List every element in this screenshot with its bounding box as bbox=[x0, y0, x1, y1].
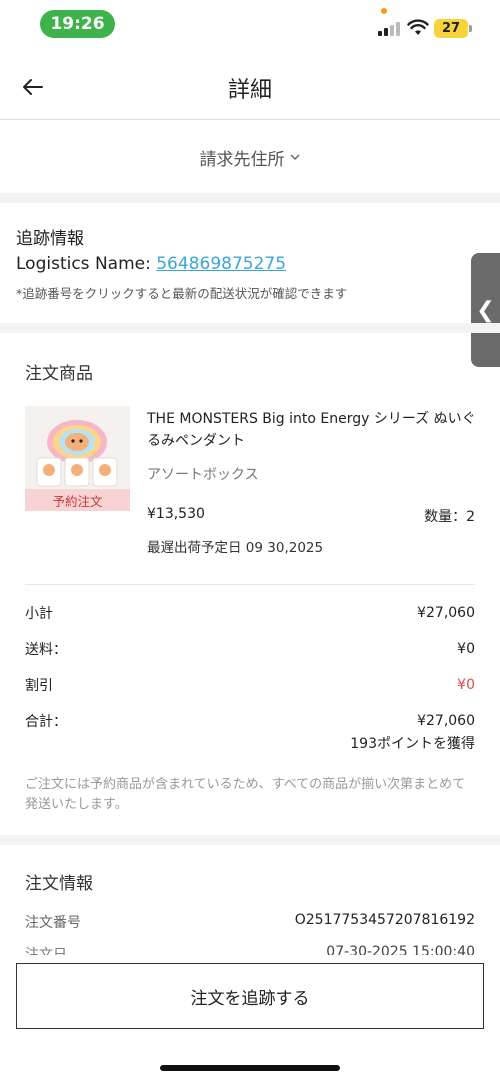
tracking-section: 追跡情報 Logistics Name: 564869875275 *追跡番号を… bbox=[0, 203, 500, 323]
total-value: ¥27,060 bbox=[417, 713, 475, 729]
battery-icon: 27 bbox=[434, 19, 472, 38]
logistics-row: Logistics Name: 564869875275 bbox=[16, 251, 484, 277]
order-info-title: 注文情報 bbox=[25, 874, 93, 894]
chevron-down-icon bbox=[290, 154, 299, 160]
ship-date: 最遅出荷予定日 09 30,2025 bbox=[147, 540, 324, 556]
status-time: 19:26 bbox=[40, 10, 115, 38]
tracking-note: *追跡番号をクリックすると最新の配送状況が確認できます bbox=[16, 286, 348, 301]
section-divider bbox=[0, 835, 500, 845]
discount-row: 割引 ¥0 bbox=[25, 667, 475, 703]
order-date-label: 注文日 bbox=[25, 947, 67, 955]
product-quantity: 数量：2 bbox=[424, 509, 475, 525]
order-date-row: 注文日 07-30-2025 15:00:40 bbox=[25, 944, 475, 955]
discount-value: ¥0 bbox=[457, 677, 475, 693]
product-variant: アソートボックス bbox=[147, 467, 259, 483]
products-title: 注文商品 bbox=[25, 364, 93, 384]
order-number-label: 注文番号 bbox=[25, 915, 81, 931]
order-date-value: 07-30-2025 15:00:40 bbox=[326, 944, 475, 955]
subtotal-value: ¥27,060 bbox=[417, 605, 475, 621]
product-name: THE MONSTERS Big into Energy シリーズ ぬいぐるみペ… bbox=[147, 411, 476, 449]
section-divider bbox=[0, 193, 500, 203]
shipping-row: 送料： ¥0 bbox=[25, 631, 475, 667]
subtotal-label: 小計 bbox=[25, 606, 53, 622]
points-earned: 193ポイントを獲得 bbox=[350, 736, 475, 752]
home-indicator bbox=[160, 1065, 340, 1071]
order-info-section: 注文情報 注文番号 O251775345720781619​2 注文日 07-3… bbox=[0, 845, 500, 955]
status-bar: 19:26 27 bbox=[0, 0, 500, 48]
app-header: 詳細 bbox=[0, 50, 500, 120]
product-image: 予約注文 bbox=[25, 406, 130, 511]
discount-label: 割引 bbox=[25, 678, 53, 694]
privacy-indicator-dot bbox=[381, 8, 387, 14]
subtotal-row: 小計 ¥27,060 bbox=[25, 595, 475, 631]
product-price: ¥13,530 bbox=[147, 506, 205, 522]
logistics-label: Logistics Name: bbox=[16, 254, 157, 274]
cellular-signal-icon bbox=[378, 20, 402, 36]
wifi-icon bbox=[407, 19, 429, 35]
shipping-label: 送料： bbox=[25, 642, 67, 658]
preorder-badge: 予約注文 bbox=[25, 489, 130, 511]
section-divider bbox=[0, 323, 500, 333]
chevron-left-icon: ❮ bbox=[476, 297, 495, 323]
tracking-number-link[interactable]: 564869875275 bbox=[156, 254, 286, 274]
order-number-row: 注文番号 O251775345720781619​2 bbox=[25, 912, 475, 932]
track-order-button[interactable]: 注文を追跡する bbox=[16, 963, 484, 1029]
product-item[interactable]: 予約注文 THE MONSTERS Big into Energy シリーズ ぬ… bbox=[25, 406, 476, 566]
bottom-action-bar: 注文を追跡する bbox=[0, 955, 500, 1080]
preorder-notice: ご注文には予約商品が含まれているため、すべての商品が揃い次第まとめて発送いたしま… bbox=[25, 777, 466, 812]
order-number-value[interactable]: O251775345720781619​2 bbox=[295, 912, 475, 932]
total-label: 合計： bbox=[25, 714, 67, 730]
price-summary: 小計 ¥27,060 送料： ¥0 割引 ¥0 合計： ¥27,060 193ポ… bbox=[25, 595, 475, 815]
tracking-title: 追跡情報 bbox=[16, 229, 84, 249]
page-title: 詳細 bbox=[227, 78, 272, 103]
product-divider bbox=[25, 584, 475, 585]
billing-address-toggle[interactable]: 請求先住所 bbox=[0, 121, 500, 193]
billing-address-label: 請求先住所 bbox=[199, 149, 285, 170]
order-products-section: 注文商品 予約注文 THE MONSTERS Big into Energy シ… bbox=[0, 333, 500, 833]
shipping-value: ¥0 bbox=[457, 641, 475, 657]
